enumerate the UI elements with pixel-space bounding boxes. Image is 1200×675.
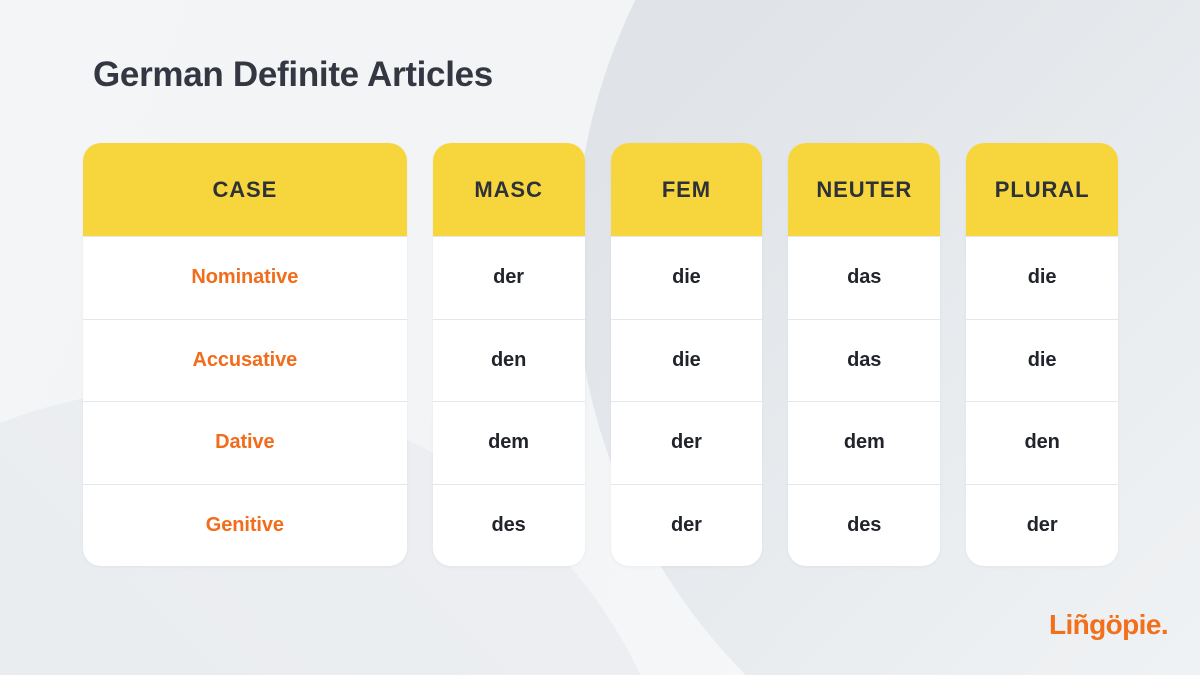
cell-case-dative: Dative	[215, 431, 275, 454]
table-row: der	[432, 236, 585, 319]
cell-plural-accusative: die	[1027, 348, 1057, 371]
brand-logo: Liñgöpie.	[1048, 609, 1169, 640]
column-header-neuter: NEUTER	[788, 143, 941, 236]
table-row: Genitive	[83, 483, 407, 567]
cell-masc-accusative: den	[490, 348, 527, 371]
cell-neuter-genitive: des	[847, 513, 882, 536]
column-header-label: PLURAL	[994, 176, 1090, 202]
table-row: die	[610, 318, 763, 402]
cell-case-nominative: Nominative	[191, 266, 299, 289]
table-row: das	[788, 318, 941, 402]
column-header-fem: FEM	[610, 143, 763, 236]
articles-table: CASE Nominative Accusative Dative Geniti…	[83, 143, 1119, 567]
cell-plural-dative: den	[1024, 431, 1060, 454]
table-row: der	[966, 483, 1119, 567]
table-column-masc: MASC der den dem des	[432, 143, 585, 567]
table-column-plural: PLURAL die die den der	[966, 143, 1119, 567]
cell-fem-nominative: die	[672, 266, 701, 289]
table-row: Nominative	[83, 236, 407, 319]
table-column-fem: FEM die die der der	[610, 143, 763, 567]
cell-neuter-accusative: das	[847, 348, 882, 371]
table-row: den	[966, 401, 1119, 484]
table-row: den	[432, 318, 585, 402]
cell-case-genitive: Genitive	[205, 513, 284, 536]
cell-masc-genitive: des	[491, 513, 526, 536]
table-row: Dative	[83, 401, 407, 484]
cell-case-accusative: Accusative	[192, 348, 298, 371]
table-row: das	[788, 236, 941, 319]
table-row: die	[966, 236, 1119, 319]
table-column-case: CASE Nominative Accusative Dative Geniti…	[83, 143, 407, 566]
column-header-label: NEUTER	[816, 176, 913, 202]
cell-neuter-nominative: das	[847, 266, 882, 289]
column-header-label: MASC	[474, 176, 543, 202]
table-row: dem	[788, 401, 941, 484]
table-row: der	[610, 401, 763, 484]
cell-plural-genitive: der	[1026, 513, 1058, 536]
table-row: der	[610, 483, 763, 567]
table-row: des	[788, 483, 941, 567]
table-column-neuter: NEUTER das das dem des	[788, 143, 941, 567]
table-row: des	[432, 483, 585, 567]
column-header-masc: MASC	[432, 143, 585, 236]
table-row: dem	[432, 401, 585, 484]
cell-neuter-dative: dem	[843, 431, 885, 454]
table-row: Accusative	[83, 318, 407, 402]
table-row: die	[610, 236, 763, 319]
cell-fem-accusative: die	[672, 348, 701, 371]
cell-masc-nominative: der	[493, 266, 524, 289]
cell-masc-dative: dem	[488, 431, 529, 454]
table-row: die	[966, 318, 1119, 402]
column-header-plural: PLURAL	[966, 143, 1119, 236]
column-header-label: CASE	[212, 176, 278, 202]
column-header-label: FEM	[661, 176, 711, 202]
cell-fem-genitive: der	[671, 513, 702, 536]
cell-plural-nominative: die	[1027, 266, 1057, 289]
page-title: German Definite Articles	[93, 55, 493, 94]
slide-content: German Definite Articles CASE Nominative…	[0, 0, 1200, 675]
cell-fem-dative: der	[671, 431, 702, 454]
column-header-case: CASE	[83, 143, 407, 236]
